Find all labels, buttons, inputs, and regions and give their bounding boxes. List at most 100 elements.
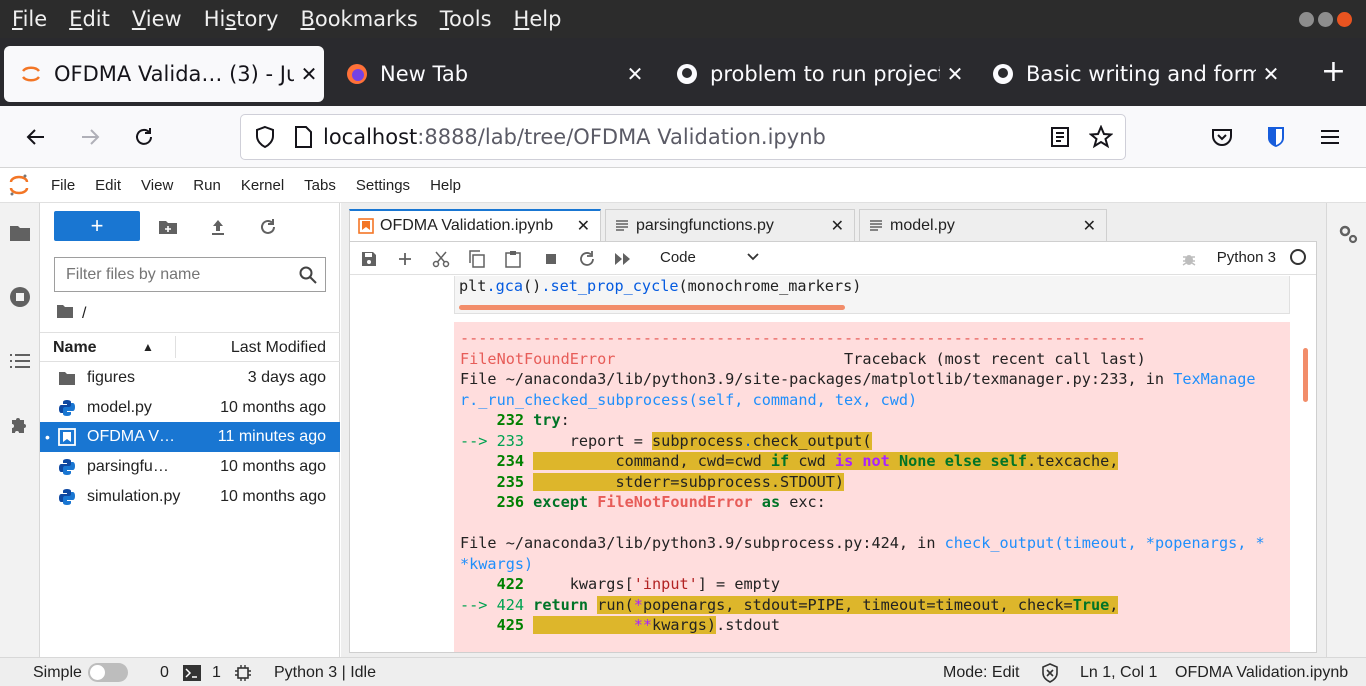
right-sidebar: [1326, 203, 1366, 657]
home-folder-icon[interactable]: [56, 303, 74, 324]
doc-tab-model-py[interactable]: model.py ✕: [859, 209, 1107, 241]
menu-help[interactable]: Help: [514, 7, 562, 31]
new-launcher-button[interactable]: +: [54, 211, 140, 241]
close-tab-icon[interactable]: ✕: [294, 62, 324, 86]
notebook-cells[interactable]: plt.gca().set_prop_cycle(monochrome_mark…: [350, 276, 1316, 652]
jmenu-settings[interactable]: Settings: [356, 177, 410, 194]
error-output: ----------------------------------------…: [454, 322, 1290, 652]
search-icon: [299, 266, 317, 289]
code-line[interactable]: plt.gca().set_prop_cycle(monochrome_mark…: [459, 277, 861, 295]
file-row-model-py[interactable]: model.py 10 months ago: [40, 393, 340, 423]
simple-mode-label: Simple: [33, 664, 82, 681]
fast-forward-icon[interactable]: [614, 250, 632, 268]
shield-icon[interactable]: [253, 125, 277, 149]
filter-files-input[interactable]: Filter files by name: [54, 257, 326, 292]
breadcrumb-root[interactable]: /: [82, 305, 86, 323]
browser-tab-jupyter[interactable]: OFDMA Valida… (3) - Jup ✕: [4, 46, 324, 102]
reload-icon[interactable]: [130, 123, 158, 151]
jmenu-tabs[interactable]: Tabs: [304, 177, 336, 194]
url-text[interactable]: localhost:8888/lab/tree/OFDMA Validation…: [323, 125, 826, 149]
table-of-contents-icon[interactable]: [8, 349, 32, 373]
column-last-modified[interactable]: Last Modified: [231, 339, 326, 357]
cut-icon[interactable]: [432, 250, 450, 268]
copy-icon[interactable]: [468, 250, 486, 268]
file-row-simulation-py[interactable]: simulation.py 10 months ago: [40, 482, 340, 512]
doc-tab-parsingfunctions[interactable]: parsingfunctions.py ✕: [605, 209, 855, 241]
reader-view-icon[interactable]: [1049, 126, 1071, 148]
file-row-figures[interactable]: figures 3 days ago: [40, 363, 340, 393]
menu-history[interactable]: History: [204, 7, 279, 31]
forward-arrow-icon[interactable]: [76, 123, 104, 151]
kernel-count[interactable]: 1: [212, 664, 221, 682]
property-inspector-gear-icon[interactable]: [1337, 223, 1358, 244]
browser-tab-newtab[interactable]: New Tab ✕: [330, 46, 650, 102]
code-cell-editor[interactable]: plt.gca().set_prop_cycle(monochrome_mark…: [454, 276, 1290, 314]
hamburger-menu-icon[interactable]: [1316, 123, 1344, 151]
new-tab-button[interactable]: +: [1321, 54, 1346, 89]
upload-icon[interactable]: [208, 217, 228, 237]
file-row-ofdma-notebook[interactable]: • OFDMA V… 11 minutes ago: [40, 422, 340, 452]
refresh-icon[interactable]: [258, 217, 278, 237]
close-tab-icon[interactable]: ✕: [940, 62, 970, 86]
url-bar[interactable]: localhost:8888/lab/tree/OFDMA Validation…: [240, 114, 1126, 160]
browser-tab-github-1[interactable]: problem to run project · ✕: [660, 46, 970, 102]
horizontal-scrollbar[interactable]: [459, 305, 845, 310]
kernel-status[interactable]: Python 3 | Idle: [274, 664, 376, 682]
bookmark-star-icon[interactable]: [1088, 124, 1114, 149]
cell-type-select[interactable]: Code: [660, 249, 760, 266]
stop-icon[interactable]: [542, 250, 560, 268]
close-tab-icon[interactable]: ✕: [577, 216, 590, 236]
simple-mode-toggle[interactable]: [88, 663, 128, 682]
jupyter-logo-icon: [9, 173, 29, 197]
debugger-bug-icon[interactable]: [1180, 250, 1198, 268]
main-dock-area: OFDMA Validation.ipynb ✕ parsingfunction…: [341, 203, 1326, 657]
add-cell-icon[interactable]: [396, 250, 414, 268]
menu-bookmarks[interactable]: Bookmarks: [300, 7, 417, 31]
save-icon[interactable]: [360, 250, 378, 268]
menu-tools[interactable]: Tools: [440, 7, 492, 31]
terminal-count[interactable]: 0: [160, 664, 169, 682]
jmenu-file[interactable]: File: [51, 177, 75, 194]
pocket-icon[interactable]: [1208, 123, 1236, 151]
notebook-panel: Code Python 3 plt.gca().set_prop_cycle(m…: [349, 241, 1317, 653]
terminal-icon[interactable]: [183, 665, 201, 686]
application-menubar: File Edit View History Bookmarks Tools H…: [0, 0, 1366, 38]
extensions-puzzle-icon[interactable]: [8, 413, 32, 437]
menu-edit[interactable]: Edit: [69, 7, 110, 31]
menu-view[interactable]: View: [132, 7, 182, 31]
running-sessions-icon[interactable]: [8, 285, 32, 309]
file-row-parsingfunctions[interactable]: parsingfun… 10 months ago: [40, 452, 340, 482]
paste-icon[interactable]: [504, 250, 522, 268]
folder-icon: [58, 369, 76, 387]
vertical-scrollbar[interactable]: [1303, 348, 1308, 402]
folder-icon[interactable]: [8, 221, 32, 245]
browser-tab-github-2[interactable]: Basic writing and format ✕: [976, 46, 1286, 102]
minimize-button[interactable]: [1299, 12, 1314, 27]
bitwarden-icon[interactable]: [1262, 123, 1290, 151]
column-name[interactable]: Name: [53, 339, 97, 357]
close-tab-icon[interactable]: ✕: [831, 216, 844, 236]
browser-tab-strip: OFDMA Valida… (3) - Jup ✕ New Tab ✕ prob…: [0, 38, 1366, 106]
restart-icon[interactable]: [578, 250, 596, 268]
shield-x-icon[interactable]: [1041, 663, 1059, 686]
new-folder-icon[interactable]: [158, 217, 178, 237]
kernel-chip-icon[interactable]: [234, 664, 252, 686]
doc-tab-ofdma-notebook[interactable]: OFDMA Validation.ipynb ✕: [349, 209, 601, 241]
github-icon: [676, 63, 698, 85]
back-arrow-icon[interactable]: [22, 123, 50, 151]
close-window-button[interactable]: [1337, 12, 1352, 27]
cursor-position[interactable]: Ln 1, Col 1: [1080, 664, 1157, 682]
menu-file[interactable]: File: [12, 7, 47, 31]
page-info-icon[interactable]: [293, 125, 313, 149]
jmenu-edit[interactable]: Edit: [95, 177, 121, 194]
jupyterlab-menubar: File Edit View Run Kernel Tabs Settings …: [0, 168, 1366, 203]
close-tab-icon[interactable]: ✕: [1256, 62, 1286, 86]
kernel-name[interactable]: Python 3: [1217, 249, 1276, 266]
maximize-button[interactable]: [1318, 12, 1333, 27]
jmenu-view[interactable]: View: [141, 177, 173, 194]
close-tab-icon[interactable]: ✕: [1083, 216, 1096, 236]
close-tab-icon[interactable]: ✕: [620, 62, 650, 86]
jmenu-kernel[interactable]: Kernel: [241, 177, 284, 194]
jmenu-help[interactable]: Help: [430, 177, 461, 194]
jmenu-run[interactable]: Run: [193, 177, 221, 194]
